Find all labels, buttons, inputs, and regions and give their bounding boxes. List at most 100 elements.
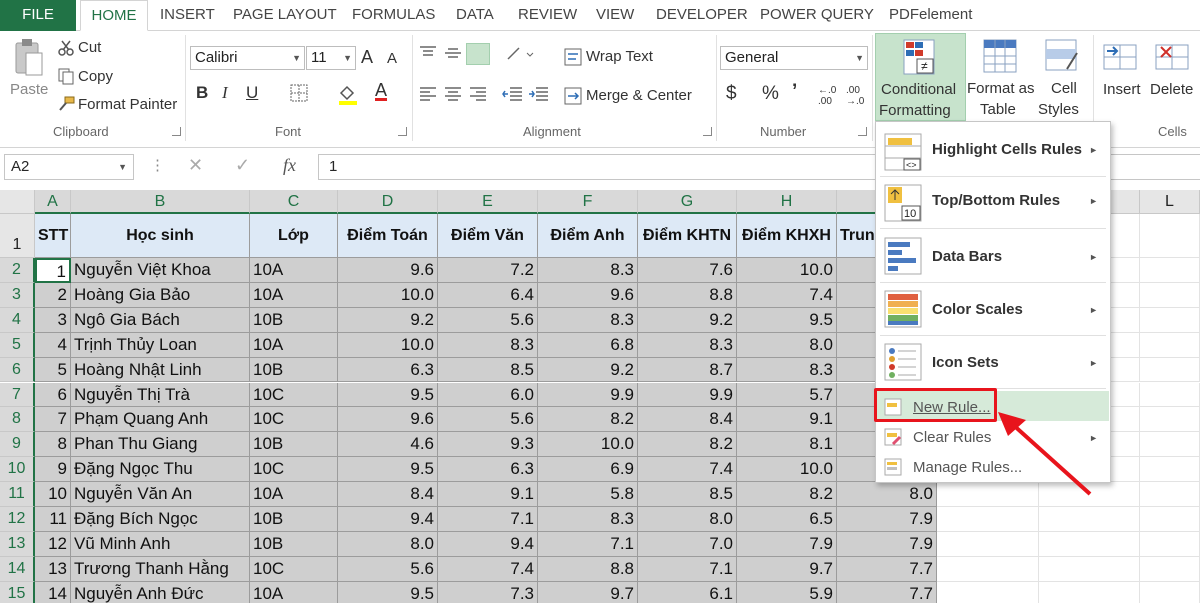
tab-power-query[interactable]: POWER QUERY [760, 0, 874, 31]
data-cell[interactable]: 9.2 [638, 307, 737, 333]
data-cell[interactable]: 9.6 [338, 258, 438, 283]
tab-review[interactable]: REVIEW [518, 0, 577, 31]
data-cell[interactable]: 10B [250, 507, 338, 532]
empty-cell[interactable] [1140, 531, 1200, 557]
empty-cell[interactable] [1140, 382, 1200, 408]
clipboard-launcher-icon[interactable] [172, 127, 181, 136]
empty-cell[interactable] [1140, 432, 1200, 458]
tab-pdfelement[interactable]: PDFelement [889, 0, 972, 31]
data-cell[interactable]: 7.1 [638, 556, 737, 582]
row-header[interactable]: 5 [0, 332, 35, 358]
tab-developer[interactable]: DEVELOPER [656, 0, 748, 31]
data-cell[interactable]: 9.3 [438, 432, 538, 458]
data-cell[interactable]: 9.9 [638, 382, 737, 408]
empty-cell[interactable] [1140, 407, 1200, 433]
data-cell[interactable]: 8.3 [538, 507, 638, 532]
data-cell[interactable]: 9.7 [737, 556, 837, 582]
column-header-b[interactable]: B [71, 190, 250, 214]
row-header[interactable]: 9 [0, 432, 35, 458]
header-cell[interactable]: Lớp [250, 214, 338, 258]
data-cell[interactable]: Nguyễn Thị Trà [71, 382, 250, 408]
data-cell[interactable]: Đặng Ngọc Thu [71, 457, 250, 483]
data-cell[interactable]: 12 [35, 531, 71, 557]
align-bottom-icon[interactable] [466, 43, 490, 65]
row-header[interactable]: 2 [0, 258, 35, 283]
data-cell[interactable]: 6.9 [538, 457, 638, 483]
cancel-icon[interactable]: ✕ [188, 155, 203, 176]
increase-indent-icon[interactable] [528, 86, 550, 107]
increase-decimal-button[interactable]: ←.0 .00 [818, 85, 842, 107]
data-cell[interactable]: 9.6 [338, 407, 438, 433]
data-cell[interactable]: 5.9 [737, 581, 837, 603]
data-cell[interactable]: 8.5 [638, 482, 737, 507]
tab-insert[interactable]: INSERT [160, 0, 215, 31]
shrink-font-button[interactable]: A [387, 50, 397, 67]
data-cell[interactable]: 8.2 [638, 432, 737, 458]
data-cell[interactable]: 9.5 [338, 581, 438, 603]
header-cell[interactable]: Điểm Anh [538, 214, 638, 258]
select-all-corner[interactable] [0, 190, 35, 214]
empty-cell[interactable] [1140, 556, 1200, 582]
column-header-f[interactable]: F [538, 190, 638, 214]
percent-button[interactable]: % [762, 83, 779, 105]
data-cell[interactable]: 5.6 [338, 556, 438, 582]
number-format-combo[interactable]: General ▼ [720, 46, 868, 70]
tab-data[interactable]: DATA [456, 0, 494, 31]
data-cell[interactable]: Hoàng Nhật Linh [71, 357, 250, 383]
more-options-icon[interactable]: ⋮ [150, 156, 165, 174]
data-cell[interactable]: 7.6 [638, 258, 737, 283]
data-cell[interactable]: 3 [35, 307, 71, 333]
row-header[interactable]: 15 [0, 581, 35, 603]
format-painter-button[interactable]: Format Painter [78, 96, 177, 113]
number-launcher-icon[interactable] [858, 127, 867, 136]
wrap-text-button[interactable]: Wrap Text [586, 48, 653, 65]
name-box[interactable]: A2 ▼ [4, 154, 134, 180]
data-cell[interactable]: 7.7 [837, 581, 937, 603]
data-cell[interactable]: Đặng Bích Ngọc [71, 507, 250, 532]
empty-cell[interactable] [1140, 332, 1200, 358]
cut-button[interactable]: Cut [78, 39, 101, 56]
data-cell[interactable]: 8.5 [438, 357, 538, 383]
empty-cell[interactable] [937, 507, 1039, 532]
data-cell[interactable]: 9.5 [737, 307, 837, 333]
data-cell[interactable]: 6.8 [538, 332, 638, 358]
data-cell[interactable]: 10A [250, 581, 338, 603]
empty-cell[interactable] [1140, 307, 1200, 333]
data-cell[interactable]: 8.3 [438, 332, 538, 358]
column-header-a[interactable]: A [35, 190, 71, 214]
paste-icon[interactable] [12, 37, 46, 76]
empty-cell[interactable] [937, 531, 1039, 557]
data-cell[interactable]: 9.9 [538, 382, 638, 408]
bold-button[interactable]: B [196, 83, 208, 103]
data-cell[interactable]: 10B [250, 357, 338, 383]
data-cell[interactable]: 8.0 [737, 332, 837, 358]
data-cell[interactable]: 10 [35, 482, 71, 507]
data-cell[interactable]: 5.8 [538, 482, 638, 507]
data-cell[interactable]: Vũ Minh Anh [71, 531, 250, 557]
empty-cell[interactable] [1039, 581, 1140, 603]
data-cell[interactable]: 9.2 [538, 357, 638, 383]
data-cell[interactable]: 10C [250, 407, 338, 433]
row-header[interactable]: 3 [0, 282, 35, 308]
data-cell[interactable]: 9.1 [438, 482, 538, 507]
data-cell[interactable]: 8 [35, 432, 71, 458]
data-cell[interactable]: 8.4 [338, 482, 438, 507]
data-cell[interactable]: 14 [35, 581, 71, 603]
row-header[interactable]: 6 [0, 357, 35, 383]
empty-cell[interactable] [1039, 531, 1140, 557]
cell-styles-button[interactable]: Cell [1051, 80, 1077, 97]
data-cell[interactable]: 8.3 [538, 307, 638, 333]
tab-home[interactable]: HOME [80, 0, 148, 31]
data-cell[interactable]: 7.9 [837, 531, 937, 557]
data-cell[interactable]: 5 [35, 357, 71, 383]
enter-icon[interactable]: ✓ [235, 155, 250, 176]
row-header[interactable]: 7 [0, 382, 35, 408]
row-header[interactable]: 12 [0, 507, 35, 532]
data-cell[interactable]: 4.6 [338, 432, 438, 458]
data-cell[interactable]: 7.0 [638, 531, 737, 557]
data-cell[interactable]: 9.6 [538, 282, 638, 308]
data-cell[interactable]: 8.2 [737, 482, 837, 507]
header-cell[interactable]: Điểm Văn [438, 214, 538, 258]
empty-cell[interactable] [1039, 507, 1140, 532]
data-cell[interactable]: 11 [35, 507, 71, 532]
